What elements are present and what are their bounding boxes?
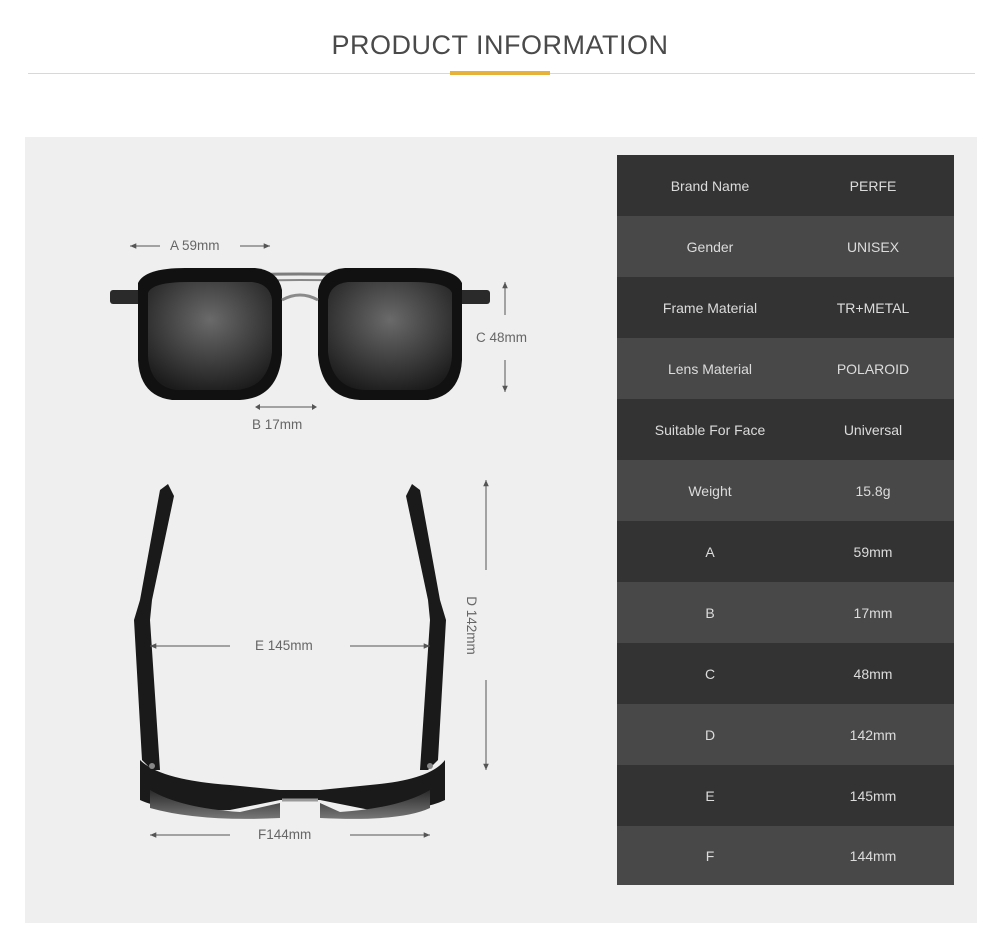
spec-value: 144mm: [849, 847, 897, 864]
spec-key: F: [705, 847, 715, 864]
spec-key: Lens Material: [667, 360, 753, 377]
spec-key: Frame Material: [662, 299, 758, 316]
spec-key: D: [704, 726, 716, 743]
spec-row-c: C 48mm: [617, 643, 954, 704]
spec-row-f: F 144mm: [617, 826, 954, 885]
dim-d-label: D 142mm: [463, 596, 479, 655]
spec-value: 145mm: [849, 787, 897, 804]
spec-value: 48mm: [853, 665, 893, 682]
spec-table: Brand Name PERFE Gender UNISEX Frame Mat…: [617, 155, 954, 885]
dim-e-label: E 145mm: [255, 638, 313, 653]
spec-row-d: D 142mm: [617, 704, 954, 765]
spec-key: A: [705, 543, 715, 560]
spec-value: TR+METAL: [836, 299, 910, 316]
spec-row-brand: Brand Name PERFE: [617, 155, 954, 216]
spec-row-a: A 59mm: [617, 521, 954, 582]
spec-key: Brand Name: [670, 177, 750, 194]
spec-key: C: [704, 665, 716, 682]
spec-value: POLAROID: [836, 360, 910, 377]
spec-row-b: B 17mm: [617, 582, 954, 643]
spec-row-gender: Gender UNISEX: [617, 216, 954, 277]
spec-row-weight: Weight 15.8g: [617, 460, 954, 521]
spec-value: 17mm: [853, 604, 893, 621]
spec-key: Weight: [688, 482, 732, 499]
spec-row-frame-material: Frame Material TR+METAL: [617, 277, 954, 338]
spec-value: UNISEX: [846, 238, 900, 255]
spec-key: Gender: [686, 238, 734, 255]
spec-value: 59mm: [853, 543, 893, 560]
spec-row-e: E 145mm: [617, 765, 954, 826]
spec-key: E: [705, 787, 715, 804]
dim-c-label: C 48mm: [476, 330, 528, 345]
spec-row-face: Suitable For Face Universal: [617, 399, 954, 460]
front-view-glasses: [110, 268, 490, 400]
spec-value: Universal: [843, 421, 903, 438]
spec-row-lens-material: Lens Material POLAROID: [617, 338, 954, 399]
dim-f-label: F144mm: [258, 827, 312, 842]
spec-value: PERFE: [849, 177, 897, 194]
spec-key: Suitable For Face: [654, 421, 766, 438]
spec-key: B: [705, 604, 715, 621]
dim-b-label: B 17mm: [252, 417, 303, 432]
spec-value: 142mm: [849, 726, 897, 743]
dim-a-label: A 59mm: [170, 238, 220, 253]
spec-value: 15.8g: [855, 482, 891, 499]
